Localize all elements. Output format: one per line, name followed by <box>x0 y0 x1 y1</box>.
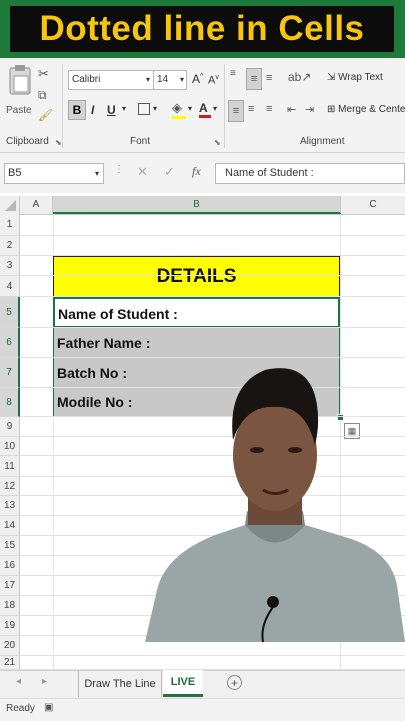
decrease-font-icon[interactable]: Av <box>208 74 219 87</box>
fill-color-icon[interactable]: ◈ <box>172 100 186 119</box>
column-header-a[interactable]: A <box>20 196 53 214</box>
copy-icon[interactable]: ⧉ <box>38 88 47 103</box>
align-middle-icon[interactable]: ≡ <box>246 68 262 90</box>
grid-line <box>20 655 405 656</box>
scroll-left-icon[interactable]: ◂ <box>16 676 21 687</box>
grid-line <box>20 327 405 328</box>
status-bar: Ready ▣ <box>0 698 405 721</box>
title-banner-box: Dotted line in Cells <box>10 6 394 52</box>
row-header-13[interactable]: 13 <box>0 496 20 516</box>
paste-button[interactable]: Paste <box>6 64 34 120</box>
row-header-14[interactable]: 14 <box>0 516 20 536</box>
underline-button[interactable]: U <box>107 103 116 117</box>
chevron-down-icon: ▾ <box>94 169 99 178</box>
chevron-down-icon[interactable]: ▾ <box>122 104 126 113</box>
row-header-21[interactable]: 21 <box>0 656 20 670</box>
row-header-18[interactable]: 18 <box>0 596 20 616</box>
table-row[interactable]: Name of Student : <box>53 297 340 328</box>
column-header-c[interactable]: C <box>341 196 405 214</box>
row-header-3[interactable]: 3 <box>0 256 20 276</box>
row-header-17[interactable]: 17 <box>0 576 20 596</box>
cancel-icon[interactable]: ✕ <box>137 164 148 180</box>
tab-draw-the-line[interactable]: Draw The Line <box>78 671 162 697</box>
cut-icon[interactable]: ✂ <box>38 66 49 82</box>
paste-icon <box>9 65 31 95</box>
title-banner: Dotted line in Cells <box>0 0 405 58</box>
row-header-15[interactable]: 15 <box>0 536 20 556</box>
row-header-5[interactable]: 5 <box>0 297 20 328</box>
add-sheet-button[interactable]: + <box>227 675 242 690</box>
name-box-value: B5 <box>8 167 22 179</box>
row-header-19[interactable]: 19 <box>0 616 20 636</box>
chevron-down-icon[interactable]: ▾ <box>188 104 192 113</box>
row-header-6[interactable]: 6 <box>0 328 20 358</box>
row-header-11[interactable]: 11 <box>0 456 20 477</box>
row-header-4[interactable]: 4 <box>0 276 20 297</box>
column-header-b[interactable]: B <box>53 196 341 214</box>
format-painter-icon[interactable]: 🖌 <box>38 108 53 122</box>
row-header-10[interactable]: 10 <box>0 437 20 456</box>
wrap-text-icon: ⇲ <box>327 72 339 83</box>
grid-line <box>20 296 405 297</box>
grid-line <box>20 235 405 236</box>
borders-icon[interactable] <box>138 103 150 115</box>
align-center-icon[interactable]: ≡ <box>248 103 254 115</box>
font-name-dropdown[interactable]: Calibri ▾ <box>68 70 154 90</box>
font-group-label: Font <box>130 136 151 147</box>
increase-font-icon[interactable]: A^ <box>192 72 203 86</box>
increase-indent-icon[interactable]: ⇥ <box>305 103 314 116</box>
font-color-icon[interactable]: A <box>199 101 211 118</box>
row-header-12[interactable]: 12 <box>0 477 20 496</box>
row-header-20[interactable]: 20 <box>0 636 20 656</box>
clipboard-group-label: Clipboard <box>6 136 49 147</box>
alignment-group-label: Alignment <box>300 136 345 147</box>
enter-icon[interactable]: ✓ <box>164 164 175 180</box>
merge-label: Merge & Cente <box>338 104 405 115</box>
clipboard-launcher-icon[interactable]: ⬊ <box>55 138 62 147</box>
more-icon: ⋮ <box>114 164 124 175</box>
chevron-down-icon[interactable]: ▾ <box>213 104 217 113</box>
font-name-value: Calibri <box>72 74 101 85</box>
accessibility-icon[interactable]: ▣ <box>44 702 53 713</box>
align-left-button[interactable]: ≡ <box>228 100 244 122</box>
formula-input[interactable]: Name of Student : <box>215 163 405 184</box>
scroll-right-icon[interactable]: ▸ <box>42 676 47 687</box>
details-header-cell[interactable]: DETAILS <box>53 256 340 297</box>
orientation-icon[interactable]: ab↗ <box>288 70 311 84</box>
select-all-corner[interactable] <box>0 196 20 214</box>
align-top-icon[interactable]: ≡ <box>230 69 242 79</box>
font-launcher-icon[interactable]: ⬊ <box>214 138 221 147</box>
tab-live[interactable]: LIVE <box>163 670 203 697</box>
merge-center-button[interactable]: ⊞ Merge & Cente <box>327 104 405 115</box>
row-header-2[interactable]: 2 <box>0 236 20 256</box>
wrap-text-button[interactable]: ⇲ Wrap Text <box>327 72 383 83</box>
font-size-value: 14 <box>157 74 169 85</box>
name-box[interactable]: B5 ▾ <box>4 163 104 184</box>
row-header-8[interactable]: 8 <box>0 388 20 417</box>
row-header-7[interactable]: 7 <box>0 358 20 388</box>
grid-line <box>20 275 405 276</box>
paste-label: Paste <box>6 105 32 116</box>
align-right-icon[interactable]: ≡ <box>266 103 272 115</box>
merge-icon: ⊞ <box>327 104 339 115</box>
chevron-down-icon: ▾ <box>145 75 150 84</box>
wrap-text-label: Wrap Text <box>338 72 383 83</box>
decrease-indent-icon[interactable]: ⇤ <box>287 103 296 116</box>
chevron-down-icon[interactable]: ▾ <box>153 104 157 113</box>
align-bottom-icon[interactable]: ≡ <box>266 72 272 84</box>
row-header-16[interactable]: 16 <box>0 556 20 576</box>
grid-line <box>20 255 405 256</box>
chevron-down-icon: ▾ <box>179 75 184 84</box>
row-header-9[interactable]: 9 <box>0 417 20 437</box>
insert-function-icon[interactable]: fx <box>192 164 201 179</box>
status-text: Ready <box>6 703 35 714</box>
title-text: Dotted line in Cells <box>39 9 365 48</box>
italic-button[interactable]: I <box>91 103 94 117</box>
presenter-video <box>145 368 405 642</box>
select-all-icon <box>5 200 16 211</box>
font-size-dropdown[interactable]: 14 ▾ <box>153 70 187 90</box>
bold-button[interactable]: B <box>68 100 86 120</box>
row-header-1[interactable]: 1 <box>0 214 20 236</box>
